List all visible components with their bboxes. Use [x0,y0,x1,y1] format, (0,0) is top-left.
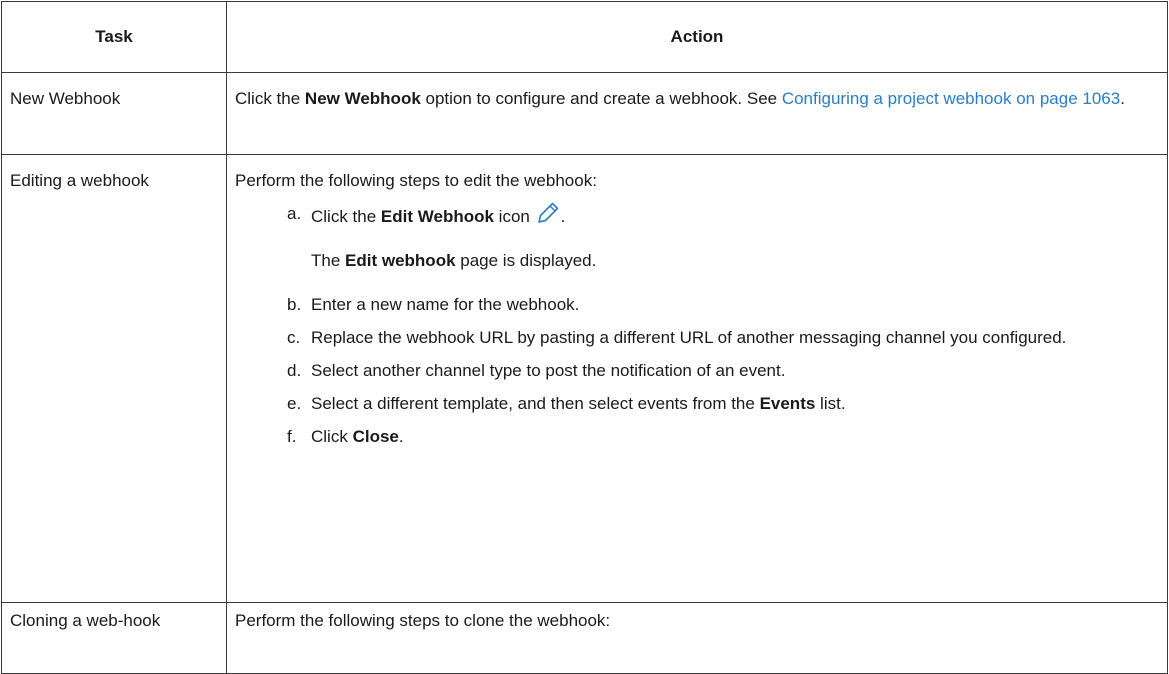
steps-intro: Perform the following steps to edit the … [235,171,597,190]
task-cell: New Webhook [1,72,227,155]
step-marker: b. [287,295,302,314]
task-cell: Editing a webhook [1,154,227,603]
webhook-tasks-table: Task Action New Webhook Click the New We… [1,1,1168,674]
task-label: Cloning a web-hook [10,611,161,630]
task-cell: Cloning a web-hook [1,602,227,674]
list-item: e. Select a different template, and then… [287,390,1167,418]
text-fragment: Click the [311,207,381,226]
text-fragment: page is displayed. [455,251,597,270]
table-row-editing-webhook: Editing a webhook Perform the following … [1,154,1168,603]
bold-term: New Webhook [304,89,421,108]
header-task: Task [1,1,227,73]
bold-term: Edit webhook [345,251,456,270]
table-row-cloning-webhook: Cloning a web-hook Perform the following… [1,602,1168,674]
step-marker: c. [287,328,301,347]
step-text: Replace the webhook URL by pasting a dif… [311,328,1067,347]
bold-term: Edit Webhook [380,207,494,226]
task-label: New Webhook [10,89,121,108]
bold-term: Events [759,394,816,413]
list-item: d. Select another channel type to post t… [287,357,1167,385]
table-header-row: Task Action [1,1,1168,73]
steps-list: a. Click the Edit Webhook icon . The Edi… [227,200,1167,451]
list-item: c. Replace the webhook URL by pasting a … [287,324,1167,352]
pencil-icon [535,200,561,226]
action-cell: Click the New Webhook option to configur… [226,72,1168,155]
step-marker: e. [287,394,302,413]
text-fragment: . [560,207,566,226]
bold-term: Close [352,427,399,446]
action-cell: Perform the following steps to edit the … [226,154,1168,603]
text-fragment: list. [815,394,846,413]
header-action: Action [226,1,1168,73]
step-text: Select another channel type to post the … [311,361,786,380]
text-fragment: icon [493,207,530,226]
action-cell: Perform the following steps to clone the… [226,602,1168,674]
text-fragment: The [311,251,346,270]
step-text: Enter a new name for the webhook. [311,295,580,314]
task-label: Editing a webhook [10,171,149,190]
action-text: Click the New Webhook option to configur… [227,73,1167,113]
table-row-new-webhook: New Webhook Click the New Webhook option… [1,72,1168,155]
text-fragment: Select a different template, and then se… [311,394,760,413]
steps-intro: Perform the following steps to clone the… [235,611,611,630]
step-marker: a. [287,204,302,223]
list-item: a. Click the Edit Webhook icon . The Edi… [287,200,1167,275]
text-fragment: option to configure and create a webhook… [420,89,782,108]
text-fragment: . [398,427,404,446]
step-note: The Edit webhook page is displayed. [311,247,1167,275]
list-item: f. Click Close. [287,423,1167,451]
text-fragment: Click [311,427,353,446]
text-fragment: . [1120,89,1125,108]
configuring-webhook-link[interactable]: Configuring a project webhook on page 10… [782,89,1120,108]
step-marker: f. [287,427,297,446]
step-marker: d. [287,361,302,380]
list-item: b. Enter a new name for the webhook. [287,291,1167,319]
text-fragment: Click the [235,89,305,108]
